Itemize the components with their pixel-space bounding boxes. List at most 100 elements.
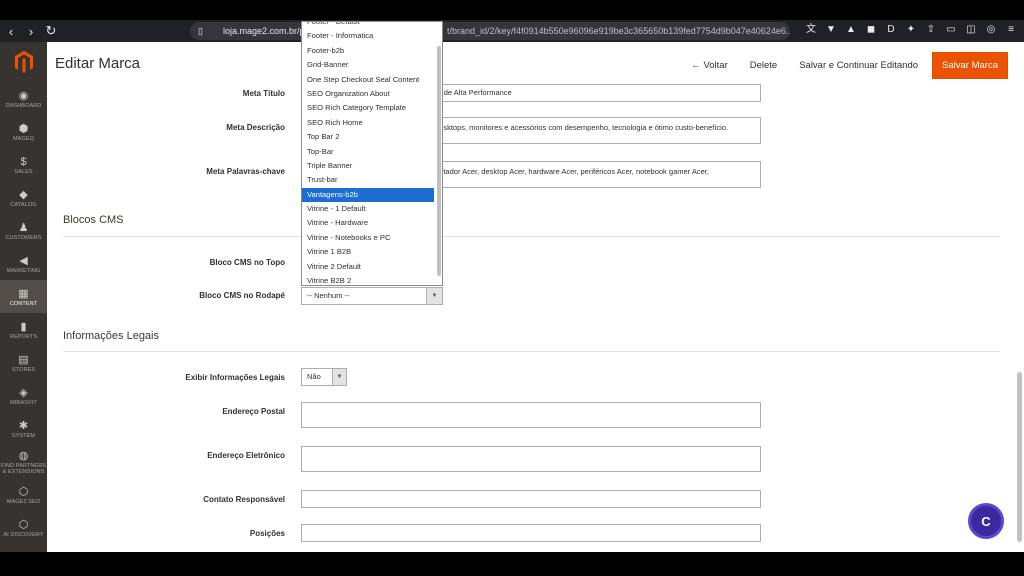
cms-section-title: Blocos CMS (63, 214, 124, 226)
bottom-black-bar (0, 552, 1024, 576)
dropdown-option[interactable]: Footer-b2b (302, 44, 442, 58)
sidebar-item-dashboard[interactable]: ◉ DASHBOARD (0, 82, 47, 115)
extension-d-icon[interactable]: D (884, 23, 898, 37)
cms-bottom-value: -- Nenhum -- (307, 291, 350, 300)
wallet-icon[interactable]: ◫ (964, 23, 978, 37)
arrow-left-icon: ← (691, 60, 704, 71)
extension-icon[interactable]: ◼ (864, 23, 878, 37)
sidebar-icon: ⬡ (18, 518, 29, 531)
sidebar-item-label: CATALOG (10, 201, 37, 208)
legal-section-title: Informações Legais (63, 330, 159, 342)
sidebar-item-find-partners-extensions[interactable]: ◍ FIND PARTNERS & EXTENSIONS (0, 445, 47, 478)
page-scrollbar[interactable] (1017, 372, 1022, 542)
sidebar-item-sales[interactable]: $ SALES (0, 148, 47, 181)
sidebar-item-ai-discovery[interactable]: ⬡ AI DISCOVERY (0, 511, 47, 544)
top-black-bar (0, 0, 1024, 20)
sidebar-icon: ▮ (20, 320, 27, 333)
sidebar-icon: ✱ (18, 419, 29, 432)
admin-sidebar: ◉ DASHBOARD ⬢ MAGEQ $ SALES ◆ CATALOG ♟ CUSTOMERS… (0, 42, 47, 552)
show-legal-select[interactable]: Não ▼ (301, 368, 347, 386)
save-continue-button[interactable]: Salvar e Continuar Editando (791, 54, 926, 77)
email-label: Endereço Eletrônico (207, 451, 285, 460)
sidebar-icon[interactable]: ▭ (944, 23, 958, 37)
dropdown-option[interactable]: SEO Organization About (302, 87, 442, 101)
sidebar-icon: ◀ (19, 254, 28, 267)
puzzle-icon[interactable]: ✦ (904, 23, 918, 37)
sidebar-item-label: MAGE2 SEO (6, 498, 41, 505)
dropdown-option[interactable]: Grid-Banner (302, 58, 442, 72)
dropdown-option[interactable]: Vantagens-b2b (302, 187, 434, 203)
sidebar-item-customers[interactable]: ♟ CUSTOMERS (0, 214, 47, 247)
meta-keywords-value: putador Acer, desktop Acer, hardware Ace… (435, 167, 709, 176)
sidebar-item-marketing[interactable]: ◀ MARKETING (0, 247, 47, 280)
address-bar[interactable]: ▯ loja.mage2.com.br/p t/brand_id/2/key/f… (190, 22, 790, 40)
sidebar-item-label: STORES (11, 366, 36, 373)
sidebar-item-label: CONTENT (9, 300, 38, 307)
sidebar-icon: ⬡ (18, 485, 29, 498)
sidebar-item-label: SALES (14, 168, 33, 175)
address-field[interactable] (301, 402, 761, 428)
meta-keywords-label: Meta Palavras-chave (206, 167, 285, 176)
positions-field[interactable] (301, 524, 761, 542)
forward-arrow-icon[interactable]: › (22, 22, 40, 40)
dropdown-option[interactable]: Vitrine - 1 Default (302, 202, 442, 216)
dropdown-option[interactable]: Vitrine - Hardware (302, 216, 442, 230)
dropdown-option[interactable]: Top-Bar (302, 145, 442, 159)
delete-button[interactable]: Delete (742, 54, 785, 77)
translate-icon[interactable]: 文 (804, 23, 818, 37)
sidebar-item-label: FIND PARTNERS & EXTENSIONS (0, 462, 47, 475)
sidebar-icon: ◉ (18, 89, 29, 102)
sidebar-item-stores[interactable]: ▤ STORES (0, 346, 47, 379)
back-arrow-icon[interactable]: ‹ (2, 22, 20, 40)
brave-shield-icon[interactable]: ▼ (824, 23, 838, 37)
sidebar-item-label: DASHBOARD (5, 102, 42, 109)
email-field[interactable] (301, 446, 761, 472)
dropdown-option[interactable]: Vitrine 1 B2B (302, 245, 442, 259)
sidebar-icon: ♟ (18, 221, 29, 234)
cms-divider (63, 236, 1000, 237)
sidebar-item-label: SYSTEM (11, 432, 36, 439)
dropdown-option[interactable]: Vitrine B2B 2 (302, 274, 442, 285)
contact-field[interactable] (301, 490, 761, 508)
cms-bottom-select[interactable]: -- Nenhum -- ▼ (301, 287, 443, 305)
dropdown-option[interactable]: Vitrine - Notebooks e PC (302, 231, 442, 245)
screen: ‹ › ↻ ▯ loja.mage2.com.br/p t/brand_id/2… (0, 0, 1024, 576)
chat-bubble-button[interactable]: C (968, 503, 1004, 539)
dropdown-option[interactable]: SEO Rich Category Template (302, 101, 442, 115)
dropdown-option[interactable]: Top Bar 2 (302, 130, 442, 144)
sidebar-icon: $ (20, 155, 27, 168)
chevron-down-icon: ▼ (426, 288, 442, 304)
sidebar-item-mage2-seo[interactable]: ⬡ MAGE2 SEO (0, 478, 47, 511)
warning-icon[interactable]: ▲ (844, 23, 858, 37)
dropdown-option[interactable]: Triple Banner (302, 159, 442, 173)
vpn-icon[interactable]: ◎ (984, 23, 998, 37)
dropdown-option[interactable]: SEO Rich Home (302, 116, 442, 130)
cms-block-dropdown-list[interactable]: Footer - Default Footer - Informatica Foot… (301, 21, 443, 286)
back-button[interactable]: ← Voltar (683, 54, 735, 77)
url-path: t/brand_id/2/key/f4f0914b550e96096e919be… (447, 26, 790, 36)
reload-icon[interactable]: ↻ (42, 22, 60, 40)
menu-icon[interactable]: ≡ (1004, 23, 1018, 37)
show-legal-label: Exibir Informações Legais (185, 373, 285, 382)
magento-logo[interactable] (0, 42, 47, 82)
sidebar-item-mirasvit[interactable]: ◈ MIRASVIT (0, 379, 47, 412)
share-icon[interactable]: ⇧ (924, 23, 938, 37)
dropdown-option[interactable]: One Step Checkout Seal Content (302, 73, 442, 87)
dropdown-option[interactable]: Trust-bar (302, 173, 442, 187)
meta-title-label: Meta Título (242, 89, 285, 98)
dropdown-option[interactable]: Footer - Informatica (302, 29, 442, 43)
bookmark-icon[interactable]: ▯ (198, 26, 203, 37)
save-brand-button[interactable]: Salvar Marca (932, 52, 1008, 79)
sidebar-item-content[interactable]: ▦ CONTENT (0, 280, 47, 313)
url-domain: loja.mage2.com.br/p (222, 26, 305, 36)
dropdown-option[interactable]: Vitrine 2 Default (302, 260, 442, 274)
sidebar-item-label: MIRASVIT (10, 399, 37, 406)
dropdown-option[interactable]: Footer - Default (302, 22, 442, 29)
sidebar-item-mageq[interactable]: ⬢ MAGEQ (0, 115, 47, 148)
address-label: Endereço Postal (222, 407, 285, 416)
sidebar-item-reports[interactable]: ▮ REPORTS (0, 313, 47, 346)
sidebar-item-system[interactable]: ✱ SYSTEM (0, 412, 47, 445)
dropdown-scrollbar[interactable] (437, 46, 441, 276)
sidebar-item-catalog[interactable]: ◆ CATALOG (0, 181, 47, 214)
page-title: Editar Marca (55, 55, 141, 72)
